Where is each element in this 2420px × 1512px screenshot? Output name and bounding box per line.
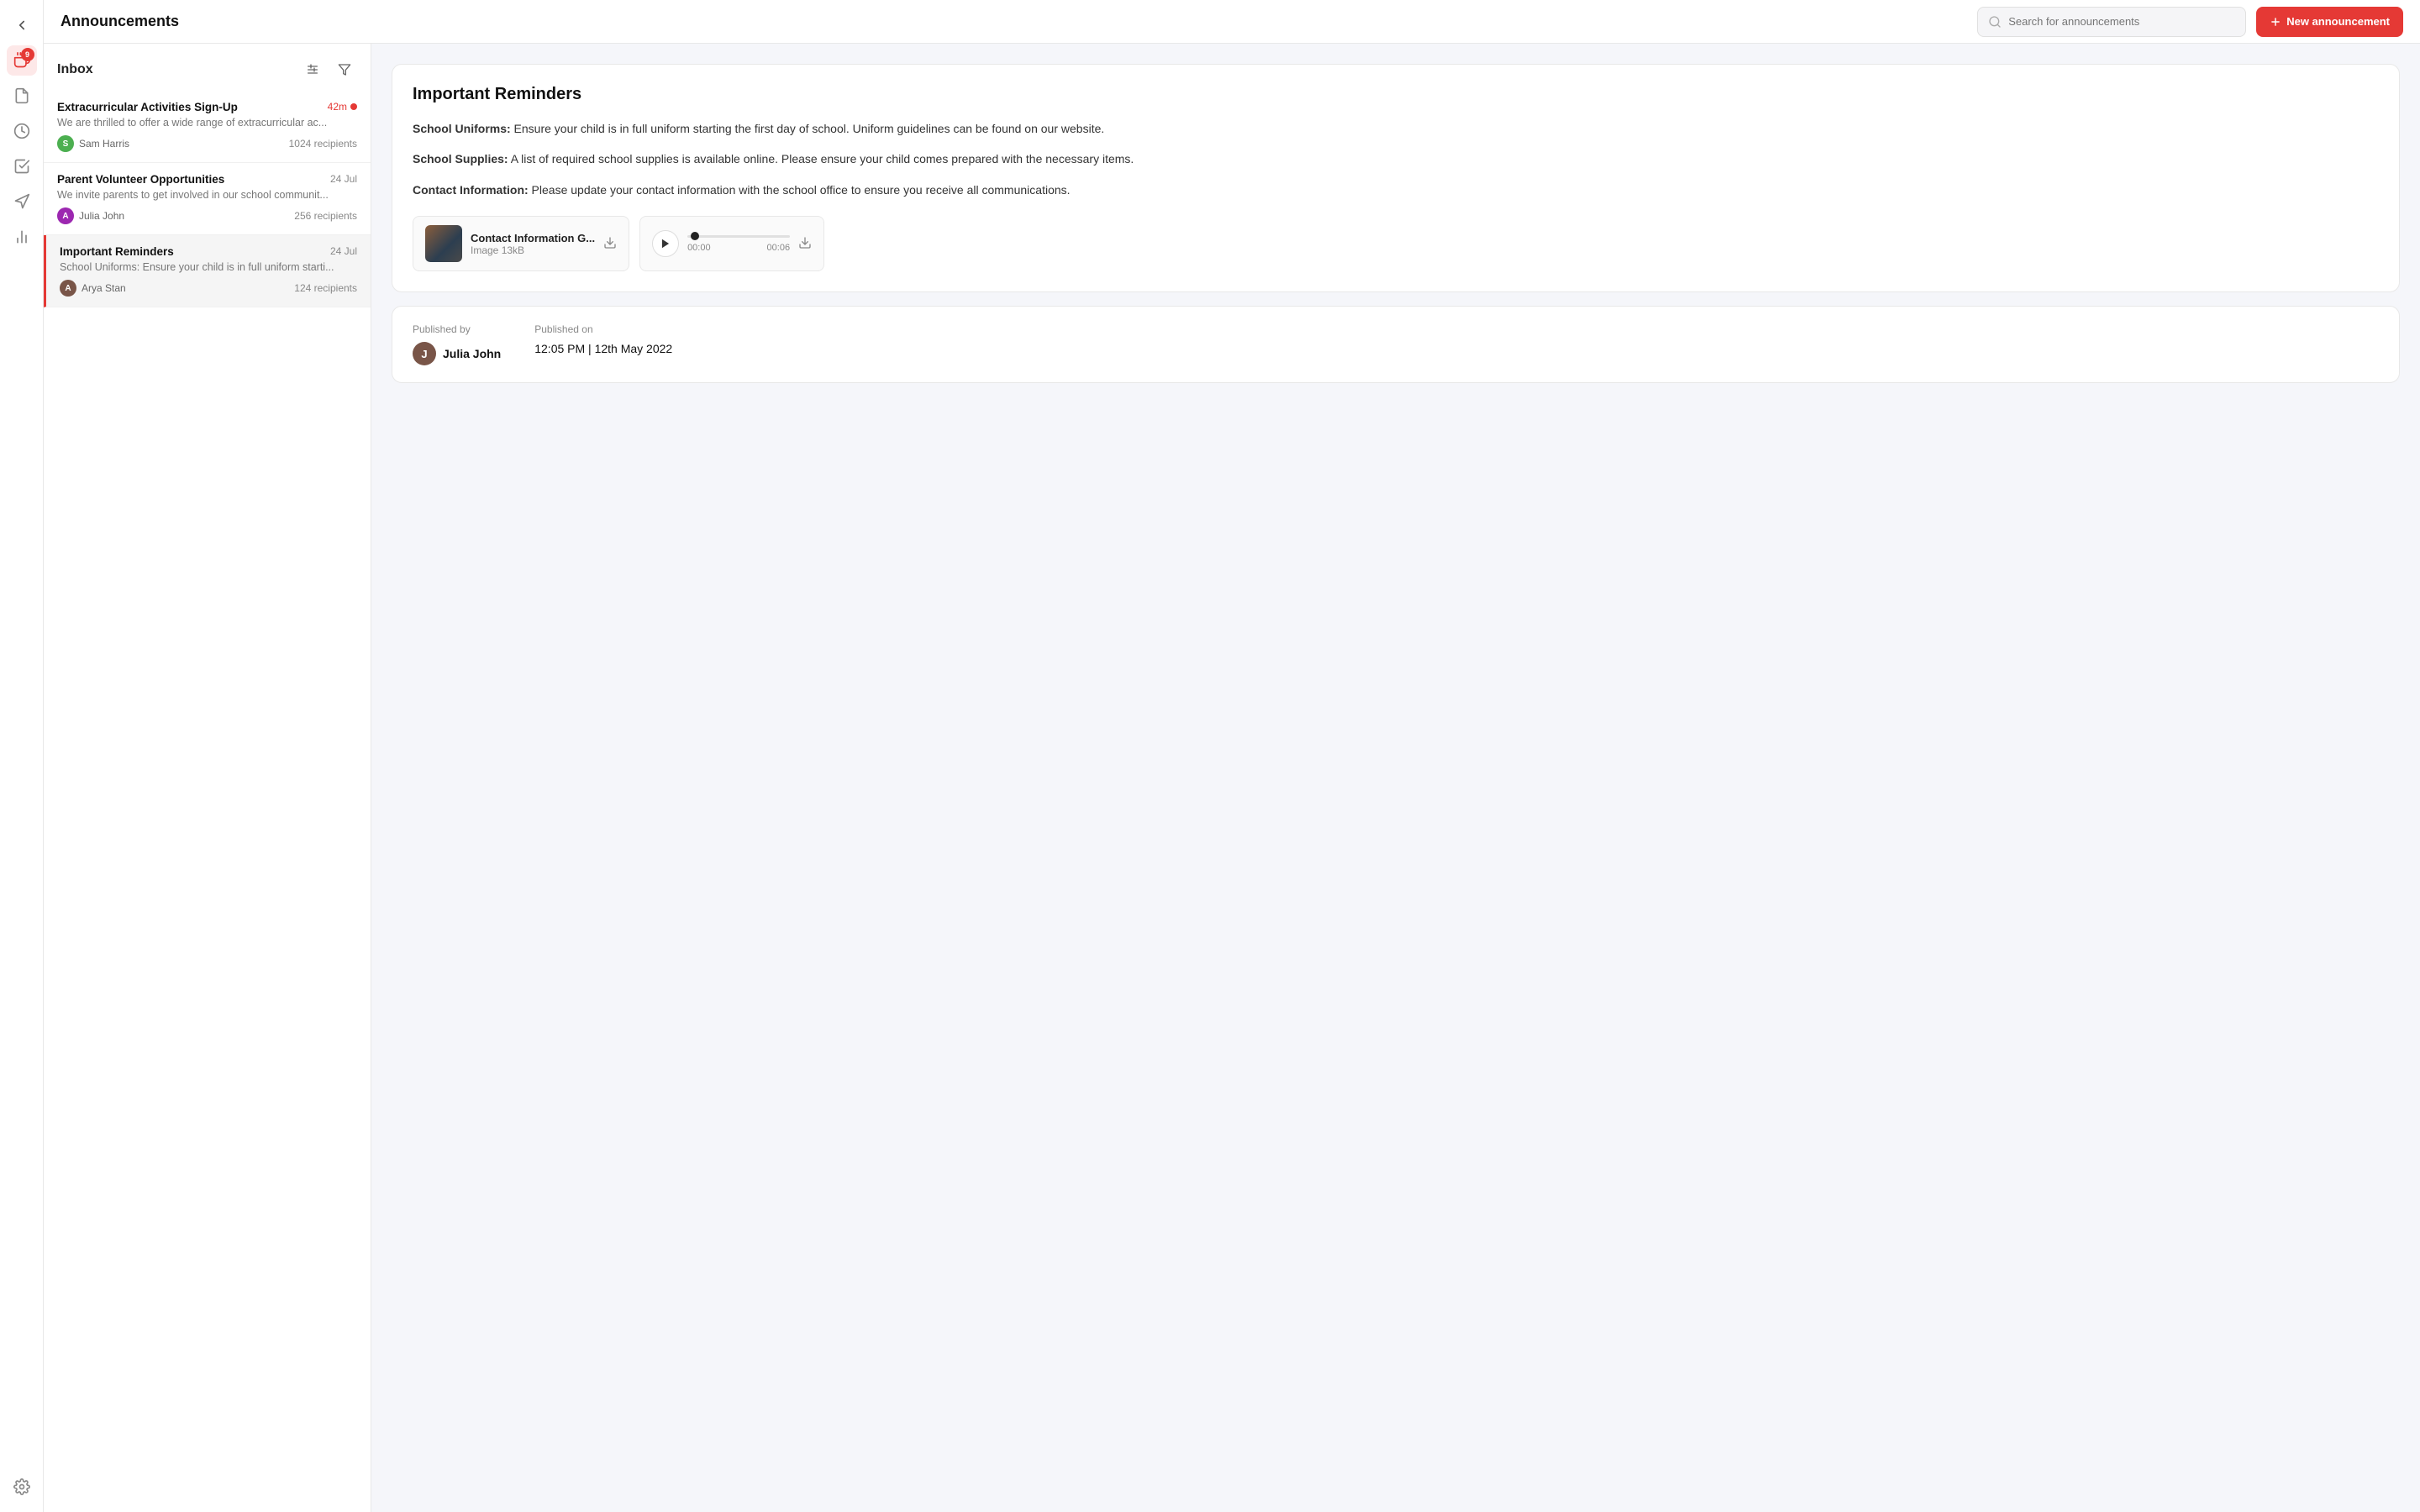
section-text-uniforms: Ensure your child is in full uniform sta… — [511, 122, 1105, 135]
ann-item-author-3: A Arya Stan — [60, 280, 126, 297]
section-heading-uniforms: School Uniforms: — [413, 122, 511, 135]
content-area: Inbox Extracurricular Activities Sign-Up — [44, 44, 2420, 1512]
ann-item-time-1: 42m — [328, 101, 357, 113]
page-title: Announcements — [60, 13, 1967, 30]
detail-card: Important Reminders School Uniforms: Ens… — [392, 64, 2400, 292]
ann-item-title-1: Extracurricular Activities Sign-Up — [57, 101, 238, 113]
play-button[interactable] — [652, 230, 679, 257]
download-audio-button[interactable] — [798, 236, 812, 252]
avatar-2: A — [57, 207, 74, 224]
download-image-button[interactable] — [603, 236, 617, 252]
attachment-name: Contact Information G... — [471, 232, 595, 244]
inbox-header: Inbox — [44, 44, 371, 91]
publisher-card: Published by J Julia John Published on 1… — [392, 306, 2400, 383]
audio-progress[interactable]: 00:00 00:06 — [687, 235, 790, 253]
published-on-label: Published on — [534, 323, 672, 335]
ann-item-title-2: Parent Volunteer Opportunities — [57, 173, 224, 186]
section-text-contact: Please update your contact information w… — [529, 183, 1071, 197]
new-announcement-button[interactable]: New announcement — [2256, 7, 2403, 37]
urgent-dot-1 — [350, 103, 357, 110]
detail-section-contact: Contact Information: Please update your … — [413, 181, 2379, 199]
ann-item-header-2: Parent Volunteer Opportunities 24 Jul — [57, 173, 357, 186]
announcement-item-2[interactable]: Parent Volunteer Opportunities 24 Jul We… — [44, 163, 371, 235]
ann-item-title-3: Important Reminders — [60, 245, 174, 258]
detail-panel: Important Reminders School Uniforms: Ens… — [371, 44, 2420, 1512]
audio-player: 00:00 00:06 — [639, 216, 824, 271]
filter-button[interactable] — [300, 57, 325, 82]
audio-total-time: 00:06 — [767, 243, 791, 253]
section-heading-contact: Contact Information: — [413, 183, 529, 197]
ann-item-preview-3: School Uniforms: Ensure your child is in… — [60, 261, 357, 273]
play-icon — [660, 238, 671, 249]
image-attachment: Contact Information G... Image 13kB — [413, 216, 629, 271]
inbox-title: Inbox — [57, 62, 300, 77]
progress-dot — [691, 232, 699, 240]
announcement-item-3[interactable]: Important Reminders 24 Jul School Unifor… — [44, 235, 371, 307]
sidebar-item-history[interactable] — [7, 116, 37, 146]
inbox-panel: Inbox Extracurricular Activities Sign-Up — [44, 44, 371, 1512]
inbox-actions — [300, 57, 357, 82]
settings-button[interactable] — [7, 1472, 37, 1502]
sliders-icon — [306, 63, 319, 76]
ann-item-header-3: Important Reminders 24 Jul — [60, 245, 357, 258]
ann-item-author-2: A Julia John — [57, 207, 124, 224]
sidebar-item-documents[interactable] — [7, 81, 37, 111]
notification-badge: 9 — [21, 48, 34, 61]
published-by-section: Published by J Julia John — [413, 323, 501, 365]
ann-item-author-1: S Sam Harris — [57, 135, 129, 152]
inbox-list: Extracurricular Activities Sign-Up 42m W… — [44, 91, 371, 1512]
audio-current-time: 00:00 — [687, 243, 711, 253]
ann-item-header-1: Extracurricular Activities Sign-Up 42m — [57, 101, 357, 113]
ann-item-footer-3: A Arya Stan 124 recipients — [60, 280, 357, 297]
search-box[interactable] — [1977, 7, 2246, 37]
ann-item-preview-2: We invite parents to get involved in our… — [57, 189, 357, 201]
avatar-1: S — [57, 135, 74, 152]
progress-bar — [687, 235, 790, 238]
topbar: Announcements New announcement — [44, 0, 2420, 44]
sidebar-item-announcements[interactable]: 9 — [7, 45, 37, 76]
publisher-author: J Julia John — [413, 342, 501, 365]
attachment-info: Contact Information G... Image 13kB — [471, 232, 595, 256]
ann-item-footer-2: A Julia John 256 recipients — [57, 207, 357, 224]
ann-item-recipients-2: 256 recipients — [294, 210, 357, 222]
published-on-section: Published on 12:05 PM | 12th May 2022 — [534, 323, 672, 365]
publish-date: 12:05 PM | 12th May 2022 — [534, 342, 672, 355]
audio-times: 00:00 00:06 — [687, 243, 790, 253]
ann-item-preview-1: We are thrilled to offer a wide range of… — [57, 117, 357, 129]
search-icon — [1988, 15, 2002, 29]
ann-item-time-2: 24 Jul — [330, 173, 357, 185]
funnel-icon — [338, 63, 351, 76]
detail-section-supplies: School Supplies: A list of required scho… — [413, 150, 2379, 168]
image-thumbnail — [425, 225, 462, 262]
attachment-size: Image 13kB — [471, 244, 595, 256]
plus-icon — [2270, 16, 2281, 28]
detail-title: Important Reminders — [413, 85, 2379, 104]
section-heading-supplies: School Supplies: — [413, 152, 508, 165]
detail-section-uniforms: School Uniforms: Ensure your child is in… — [413, 119, 2379, 138]
attachments: Contact Information G... Image 13kB — [413, 216, 2379, 271]
back-button[interactable] — [7, 10, 37, 40]
publisher-name: Julia John — [443, 347, 501, 360]
publisher-avatar: J — [413, 342, 436, 365]
ann-item-recipients-1: 1024 recipients — [289, 138, 357, 150]
search-input[interactable] — [2008, 15, 2235, 28]
main-area: Announcements New announcement Inbox — [44, 0, 2420, 1512]
sidebar-item-analytics[interactable] — [7, 222, 37, 252]
published-by-label: Published by — [413, 323, 501, 335]
announcement-item-1[interactable]: Extracurricular Activities Sign-Up 42m W… — [44, 91, 371, 163]
sidebar-item-navigation[interactable] — [7, 186, 37, 217]
sidebar: 9 — [0, 0, 44, 1512]
ann-item-time-3: 24 Jul — [330, 245, 357, 257]
funnel-button[interactable] — [332, 57, 357, 82]
ann-item-footer-1: S Sam Harris 1024 recipients — [57, 135, 357, 152]
sidebar-item-tasks[interactable] — [7, 151, 37, 181]
ann-item-recipients-3: 124 recipients — [294, 282, 357, 294]
avatar-3: A — [60, 280, 76, 297]
section-text-supplies: A list of required school supplies is av… — [508, 152, 1134, 165]
